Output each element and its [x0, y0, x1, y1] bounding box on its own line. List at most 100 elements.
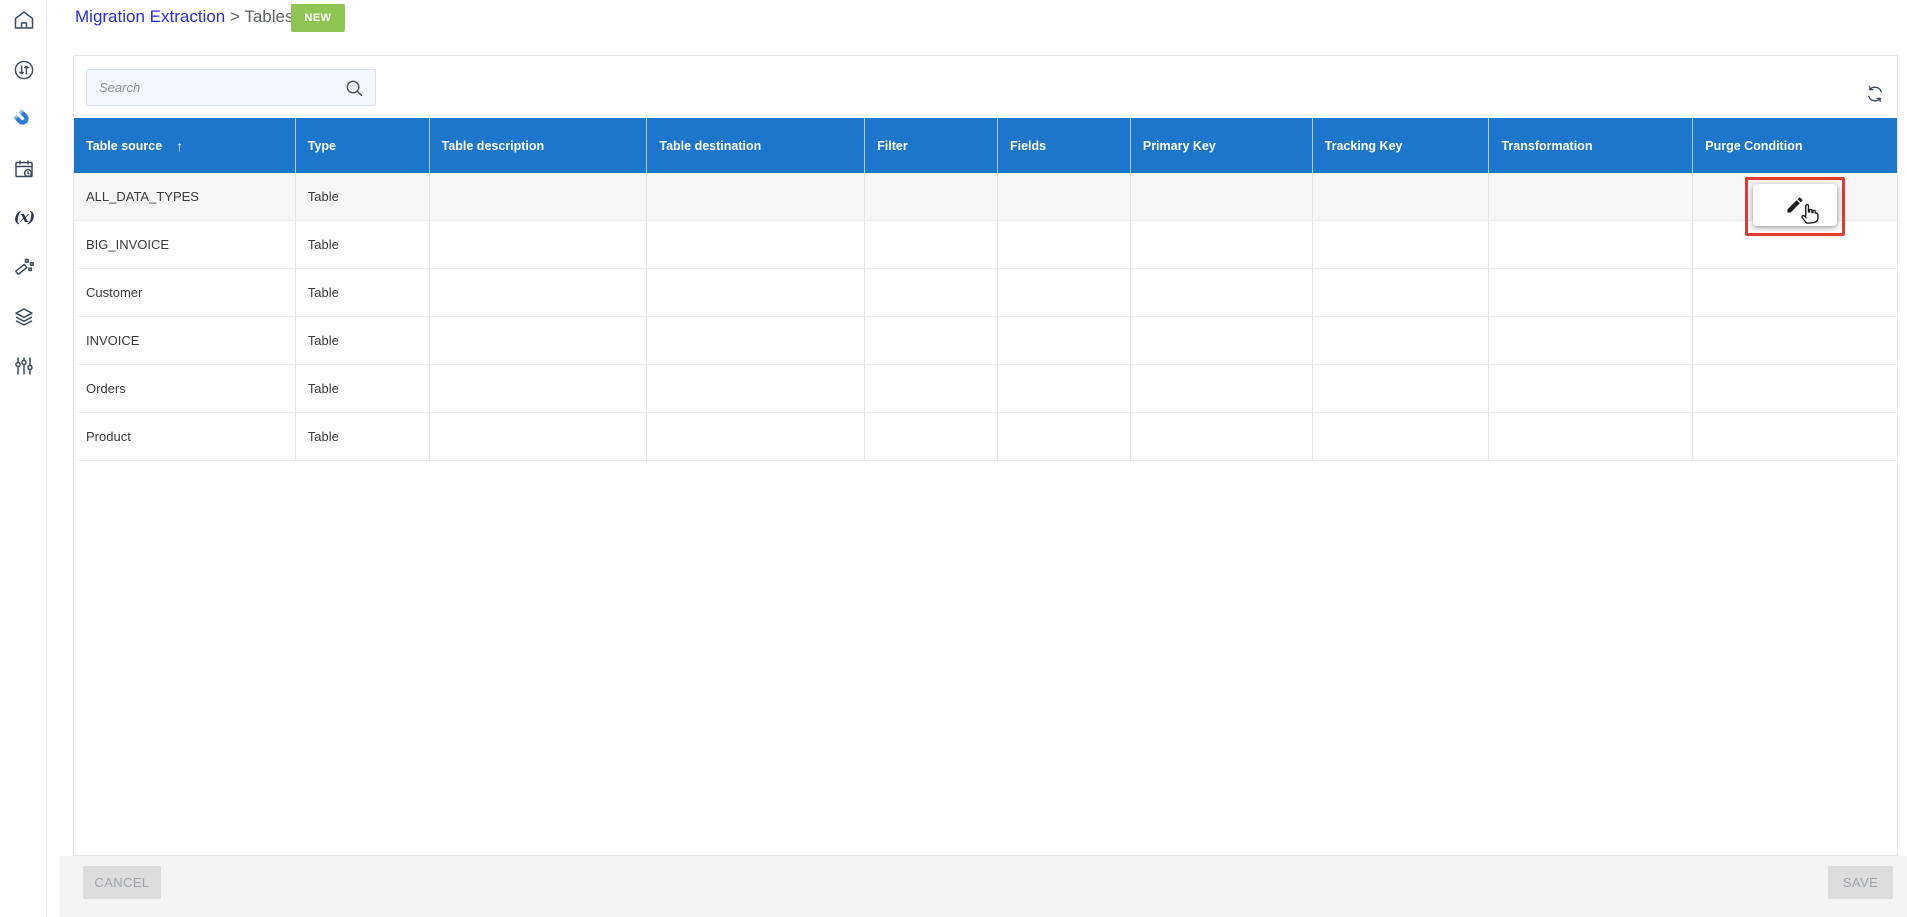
sidebar-item-tools[interactable]: [11, 254, 37, 280]
cell-table_description: [428, 365, 647, 412]
table-header-row: Table source ↑ Type Table description Table …: [74, 118, 1897, 173]
cell-fields: [997, 221, 1130, 268]
cell-table_destination: [646, 413, 864, 460]
sidebar-item-functions[interactable]: (x): [11, 204, 37, 230]
sidebar-item-schedule[interactable]: [11, 156, 37, 182]
sync-arrows-icon: [14, 60, 34, 80]
cell-table_description: [428, 269, 647, 316]
magic-wand-icon: [15, 258, 34, 275]
new-button[interactable]: NEW: [291, 4, 345, 32]
magnet-icon: [13, 109, 29, 125]
red-annotation-box: [1745, 177, 1846, 236]
table-row-big-invoice[interactable]: BIG_INVOICE Table: [74, 221, 1897, 269]
cell-table_destination: [646, 317, 864, 364]
footer-action-bar: CANCEL SAVE: [59, 856, 1907, 917]
column-header-table-destination[interactable]: Table destination: [646, 118, 864, 173]
cell-table_description: [428, 173, 647, 220]
table-row-customer[interactable]: Customer Table: [74, 269, 1897, 317]
cell-type: Table: [294, 221, 429, 268]
column-header-label: Table source: [86, 138, 163, 153]
column-header-tracking-key[interactable]: Tracking Key: [1311, 118, 1489, 173]
column-header-type[interactable]: Type: [294, 118, 429, 173]
column-header-purge-condition[interactable]: Purge Condition: [1692, 118, 1897, 173]
cell-tracking_key: [1311, 269, 1489, 316]
cell-fields: [997, 365, 1130, 412]
table-row-invoice[interactable]: INVOICE Table: [74, 317, 1897, 365]
cell-tracking_key: [1311, 365, 1489, 412]
column-header-table-source[interactable]: Table source ↑: [74, 118, 295, 173]
column-header-label: Tracking Key: [1324, 138, 1403, 153]
sliders-icon: [15, 357, 33, 375]
cancel-button[interactable]: CANCEL: [83, 866, 161, 899]
column-header-transformation[interactable]: Transformation: [1488, 118, 1692, 173]
table-row-orders[interactable]: Orders Table: [74, 365, 1897, 413]
column-header-fields[interactable]: Fields: [997, 118, 1130, 173]
column-header-primary-key[interactable]: Primary Key: [1129, 118, 1312, 173]
sidebar-item-extraction-active[interactable]: [11, 107, 37, 133]
cell-table_source: Product: [86, 429, 131, 444]
cell-table_source: BIG_INVOICE: [86, 237, 170, 252]
cell-type: Table: [294, 269, 429, 316]
cell-transformation: [1488, 317, 1692, 364]
cell-type: Table: [294, 317, 429, 364]
cell-table_destination: [646, 221, 864, 268]
column-header-table-description[interactable]: Table description: [428, 118, 647, 173]
table-row-all-data-types[interactable]: ALL_DATA_TYPES Table: [74, 173, 1897, 236]
sidebar-item-settings[interactable]: [11, 353, 37, 379]
cell-table_description: [428, 221, 647, 268]
hand-pointer-icon: [1801, 203, 1819, 224]
save-button[interactable]: SAVE: [1828, 866, 1893, 899]
sidebar-item-home[interactable]: [11, 7, 37, 33]
cell-purge_condition: [1692, 317, 1897, 364]
column-header-filter[interactable]: Filter: [864, 118, 997, 173]
edit-purge-condition-button[interactable]: [1753, 184, 1838, 226]
cell-fields: [997, 173, 1130, 220]
cell-table_destination: [646, 173, 864, 220]
cell-transformation: [1488, 173, 1692, 220]
cell-filter: [864, 317, 997, 364]
column-header-label: Primary Key: [1142, 138, 1216, 153]
refresh-icon[interactable]: [1864, 83, 1886, 105]
breadcrumb-separator: >: [229, 7, 240, 26]
cell-tracking_key: [1311, 221, 1489, 268]
cell-primary_key: [1129, 317, 1312, 364]
cell-purge_condition: [1692, 365, 1897, 412]
cell-fields: [997, 413, 1130, 460]
breadcrumb-current: Tables: [244, 7, 294, 26]
cell-fields: [997, 317, 1130, 364]
search-input[interactable]: [87, 70, 375, 105]
table-row-product[interactable]: Product Table: [74, 413, 1897, 461]
cell-primary_key: [1129, 269, 1312, 316]
breadcrumb: Migration Extraction > Tables: [75, 7, 293, 27]
sidebar-item-transfers[interactable]: [11, 57, 37, 83]
cell-primary_key: [1129, 365, 1312, 412]
sort-ascending-icon[interactable]: ↑: [176, 138, 183, 154]
column-header-label: Table destination: [659, 138, 762, 153]
cell-transformation: [1488, 221, 1692, 268]
cell-transformation: [1488, 365, 1692, 412]
cell-table_description: [428, 317, 647, 364]
cell-tracking_key: [1311, 173, 1489, 220]
cell-type: Table: [294, 413, 429, 460]
cell-purge_condition: [1692, 413, 1897, 460]
column-header-label: Purge Condition: [1705, 138, 1803, 153]
cell-filter: [864, 173, 997, 220]
search-icon[interactable]: [343, 77, 366, 100]
cell-filter: [864, 365, 997, 412]
cell-table_source: ALL_DATA_TYPES: [86, 189, 199, 204]
cell-primary_key: [1129, 173, 1312, 220]
search-box: [86, 69, 376, 106]
cell-purge_condition: [1692, 269, 1897, 316]
cell-primary_key: [1129, 413, 1312, 460]
cell-table_destination: [646, 365, 864, 412]
breadcrumb-link-migration-extraction[interactable]: Migration Extraction: [75, 7, 225, 26]
cell-filter: [864, 413, 997, 460]
sidebar-item-layers[interactable]: [11, 304, 37, 330]
home-icon: [14, 11, 34, 29]
cell-transformation: [1488, 413, 1692, 460]
layers-icon: [15, 308, 33, 326]
cell-tracking_key: [1311, 317, 1489, 364]
table-body: ALL_DATA_TYPES Table BIG_INVOICE Table Custo…: [74, 173, 1897, 461]
column-header-label: Filter: [877, 138, 908, 153]
cell-transformation: [1488, 269, 1692, 316]
